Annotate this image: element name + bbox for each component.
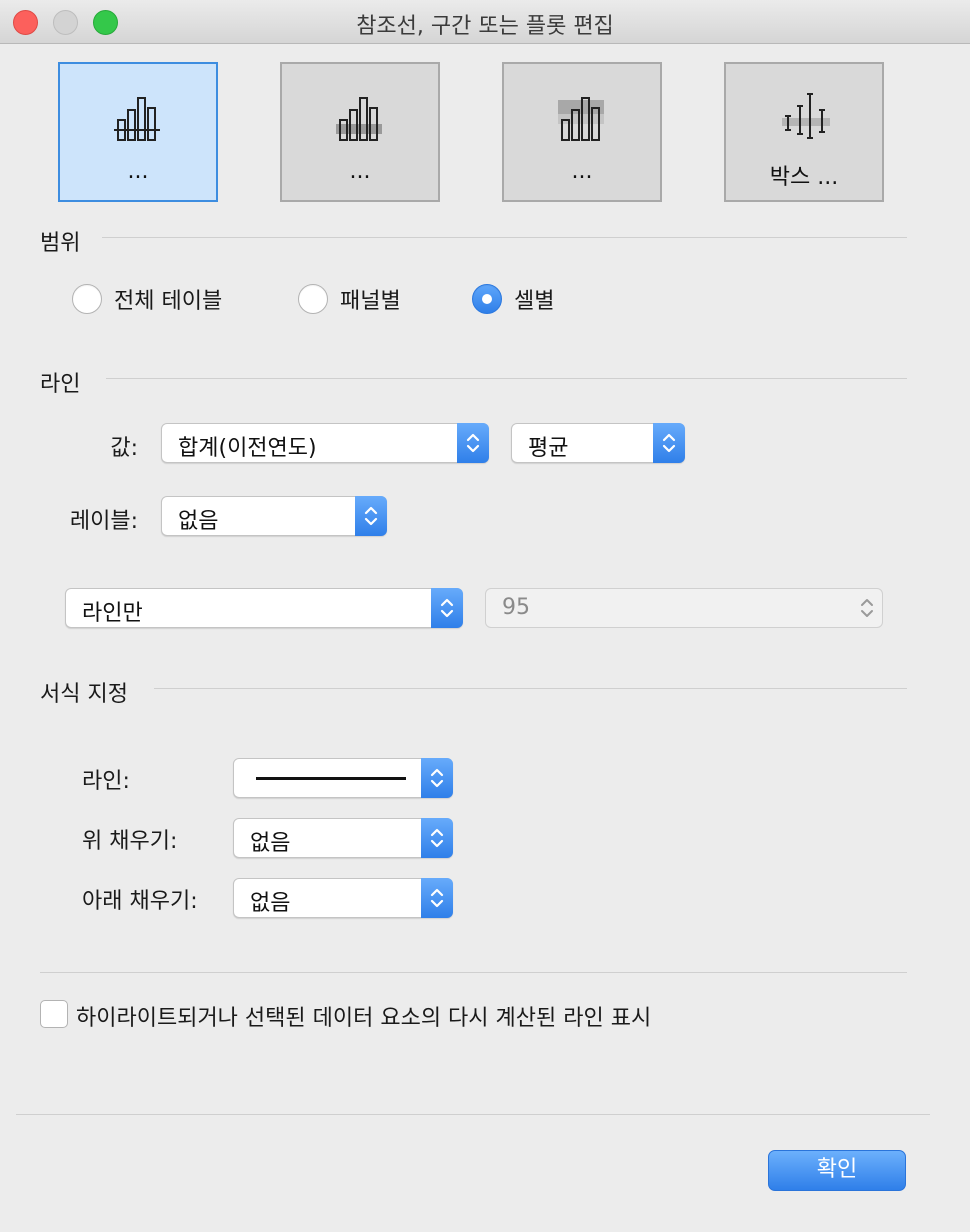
radio-per-pane[interactable]: 패널별 xyxy=(298,283,401,315)
chevron-updown-icon xyxy=(653,423,685,463)
aggregation-text: 평균 xyxy=(528,436,569,461)
radio-button[interactable] xyxy=(298,284,328,314)
confidence-popup: 95 xyxy=(485,588,883,628)
chevron-updown-icon xyxy=(421,878,453,918)
formatting-section-title: 서식 지정 xyxy=(40,682,128,707)
radio-per-cell[interactable]: 셀별 xyxy=(472,283,554,315)
ok-button[interactable]: 확인 xyxy=(768,1150,906,1191)
reference-line-icon xyxy=(114,97,160,141)
box-plot-icon xyxy=(782,93,830,139)
aggregation-popup[interactable]: 평균 xyxy=(511,423,685,463)
fill-below-text: 없음 xyxy=(250,891,291,916)
chevron-updown-icon xyxy=(421,818,453,858)
radio-dot xyxy=(482,294,492,304)
scope-section-title: 범위 xyxy=(40,231,81,256)
radio-button[interactable] xyxy=(472,284,502,314)
fill-below-popup[interactable]: 없음 xyxy=(233,878,453,918)
display-mode-popup[interactable]: 라인만 xyxy=(65,588,463,628)
title-bar: 참조선, 구간 또는 플롯 편집 xyxy=(0,0,970,44)
value-field-popup[interactable]: 합계(이전연도) xyxy=(161,423,489,463)
edit-reference-line-dialog: 참조선, 구간 또는 플롯 편집 ... ... ... 박스 ... 범위 전… xyxy=(0,0,970,1232)
label-text: 없음 xyxy=(178,509,219,534)
value-field-text: 합계(이전연도) xyxy=(178,436,317,461)
distribution-band-icon xyxy=(558,97,604,141)
window-title: 참조선, 구간 또는 플롯 편집 xyxy=(356,14,614,39)
label-popup[interactable]: 없음 xyxy=(161,496,387,536)
line-style-label: 라인: xyxy=(82,769,130,794)
radio-button[interactable] xyxy=(72,284,102,314)
tile-reference-band[interactable]: ... xyxy=(280,62,440,202)
value-label: 값: xyxy=(110,436,138,461)
divider xyxy=(102,237,907,238)
tile-box-plot[interactable]: 박스 ... xyxy=(724,62,884,202)
confidence-text: 95 xyxy=(502,595,530,620)
label-label: 레이블: xyxy=(69,509,138,534)
divider xyxy=(154,688,907,689)
tile-label: 박스 ... xyxy=(769,165,839,190)
fill-below-label: 아래 채우기: xyxy=(82,889,198,914)
line-section-title: 라인 xyxy=(40,372,81,397)
chevron-updown-icon xyxy=(431,588,463,628)
fill-above-text: 없음 xyxy=(250,831,291,856)
chevron-updown-icon xyxy=(421,758,453,798)
display-mode-text: 라인만 xyxy=(82,601,143,626)
radio-label: 패널별 xyxy=(340,289,401,314)
tile-reference-line[interactable]: ... xyxy=(58,62,218,202)
radio-label: 셀별 xyxy=(514,289,555,314)
recalc-line-label[interactable]: 하이라이트되거나 선택된 데이터 요소의 다시 계산된 라인 표시 xyxy=(76,1000,651,1032)
divider xyxy=(40,972,907,973)
tile-distribution-band[interactable]: ... xyxy=(502,62,662,202)
tile-label: ... xyxy=(127,159,149,184)
radio-entire-table[interactable]: 전체 테이블 xyxy=(72,283,222,315)
chevron-updown-icon xyxy=(457,423,489,463)
line-sample xyxy=(256,777,406,780)
fill-above-popup[interactable]: 없음 xyxy=(233,818,453,858)
tile-label: ... xyxy=(349,159,371,184)
divider xyxy=(16,1114,930,1115)
fill-above-label: 위 채우기: xyxy=(82,829,178,854)
recalc-line-checkbox[interactable] xyxy=(40,1000,68,1028)
line-style-popup[interactable] xyxy=(233,758,453,798)
chevron-updown-icon xyxy=(355,496,387,536)
radio-label: 전체 테이블 xyxy=(114,289,223,314)
chevron-updown-icon xyxy=(851,588,883,628)
divider xyxy=(106,378,907,379)
reference-band-icon xyxy=(336,97,382,141)
tile-label: ... xyxy=(571,159,593,184)
